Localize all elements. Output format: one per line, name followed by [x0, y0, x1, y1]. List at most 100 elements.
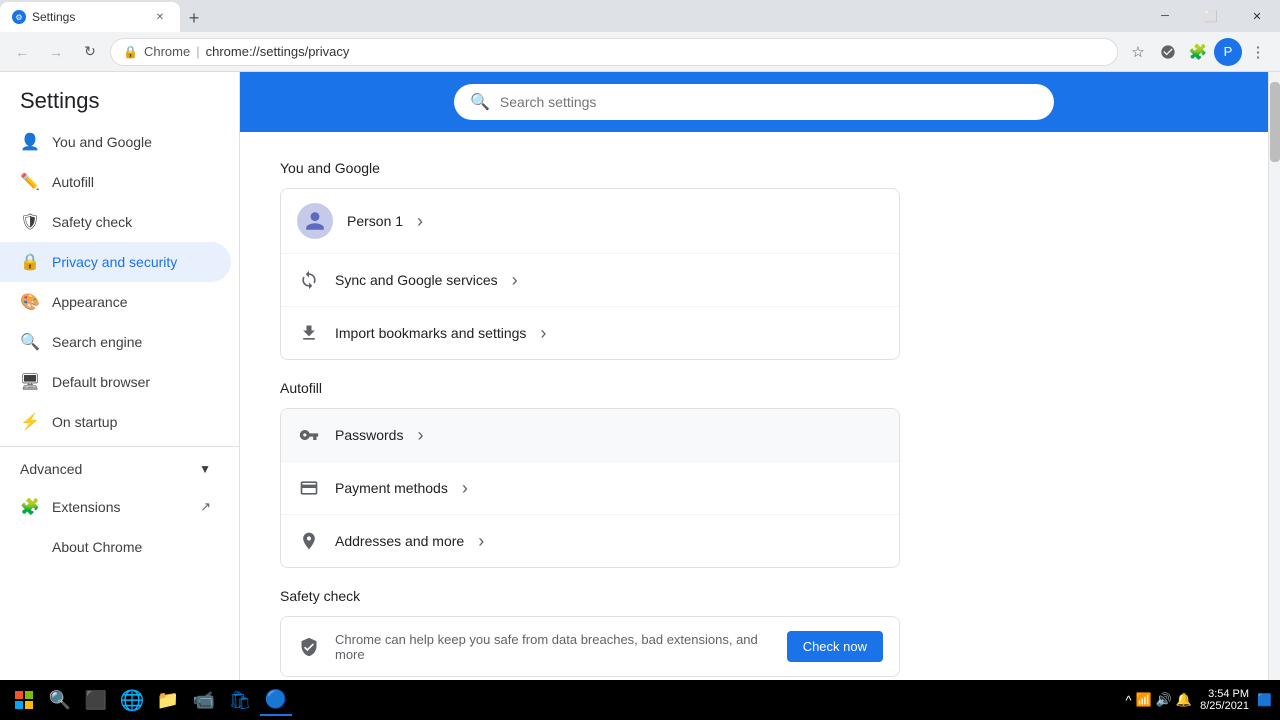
row-sync[interactable]: Sync and Google services ›: [281, 254, 899, 307]
window-controls: ─ ⬜ ✕: [1142, 0, 1280, 32]
address-origin: Chrome: [144, 44, 190, 59]
sidebar-item-about[interactable]: About Chrome: [0, 527, 231, 567]
sidebar-item-extensions[interactable]: 🧩 Extensions ↗: [0, 487, 231, 527]
sidebar-item-appearance[interactable]: 🎨 Appearance: [0, 282, 231, 322]
battery-icon[interactable]: 🔔: [1176, 692, 1192, 708]
sidebar-label-search-engine: Search engine: [52, 334, 142, 350]
search-engine-icon: 🔍: [20, 332, 40, 352]
scrollbar-track[interactable]: [1268, 72, 1280, 680]
content-area: 🔍 You and Google Person 1 ›: [240, 72, 1268, 680]
appearance-icon: 🎨: [20, 292, 40, 312]
import-icon: [297, 321, 321, 345]
search-input[interactable]: [500, 94, 1038, 110]
taskbar: 🔍 ⬛ 🌐 📁 📹 🛍 🔵 ^ 📶 🔊 🔔 3:54 PM 8/25/2021 …: [0, 680, 1280, 720]
clock-date: 8/25/2021: [1200, 700, 1249, 712]
search-icon: 🔍: [470, 92, 490, 112]
taskbar-chrome-active[interactable]: 🔵: [260, 684, 292, 716]
active-tab[interactable]: ⚙ Settings ✕: [0, 2, 180, 32]
search-bar-section: 🔍: [240, 72, 1268, 132]
import-label: Import bookmarks and settings: [335, 325, 526, 341]
row-addresses[interactable]: Addresses and more ›: [281, 515, 899, 567]
menu-button[interactable]: ⋮: [1244, 38, 1272, 66]
payment-arrow-icon: ›: [462, 478, 468, 499]
sidebar-item-safety-check[interactable]: 🛡 Safety check: [0, 202, 231, 242]
sidebar-label-appearance: Appearance: [52, 294, 128, 310]
section-title-autofill: Autofill: [280, 380, 900, 396]
taskbar-meet[interactable]: 📹: [188, 684, 220, 716]
taskbar-explorer[interactable]: 📁: [152, 684, 184, 716]
new-tab-button[interactable]: +: [180, 4, 208, 32]
person1-label: Person 1: [347, 213, 403, 229]
location-icon: [297, 529, 321, 553]
sidebar-label-default-browser: Default browser: [52, 374, 150, 390]
close-button[interactable]: ✕: [1234, 0, 1280, 32]
payment-label: Payment methods: [335, 480, 448, 496]
taskbar-task-view[interactable]: ⬛: [80, 684, 112, 716]
settings-content: You and Google Person 1 › Sync and Googl…: [240, 132, 940, 680]
taskbar-clock[interactable]: 3:54 PM 8/25/2021: [1200, 688, 1249, 712]
minimize-button[interactable]: ─: [1142, 0, 1188, 32]
autofill-card: Passwords › Payment methods › Addresses …: [280, 408, 900, 568]
main-layout: Settings 👤 You and Google ✏️ Autofill 🛡 …: [0, 72, 1280, 680]
addresses-arrow-icon: ›: [478, 531, 484, 552]
start-button[interactable]: [8, 684, 40, 716]
maximize-button[interactable]: ⬜: [1188, 0, 1234, 32]
back-button[interactable]: ←: [8, 38, 36, 66]
reload-button[interactable]: ↻: [76, 38, 104, 66]
network-icon[interactable]: 📶: [1136, 692, 1152, 708]
sidebar-item-advanced[interactable]: Advanced ▼: [0, 451, 231, 487]
lock-icon: 🔒: [123, 45, 138, 59]
volume-icon[interactable]: 🔊: [1156, 692, 1172, 708]
row-payment[interactable]: Payment methods ›: [281, 462, 899, 515]
forward-button[interactable]: →: [42, 38, 70, 66]
privacy-icon: 🔒: [20, 252, 40, 272]
profile-extension-icon[interactable]: [1154, 38, 1182, 66]
taskbar-search[interactable]: 🔍: [44, 684, 76, 716]
addresses-label: Addresses and more: [335, 533, 464, 549]
sidebar-item-search-engine[interactable]: 🔍 Search engine: [0, 322, 231, 362]
system-tray-icons: ^ 📶 🔊 🔔: [1125, 692, 1192, 708]
tab-favicon: ⚙: [12, 10, 26, 24]
row-person1[interactable]: Person 1 ›: [281, 189, 899, 254]
passwords-arrow-icon: ›: [417, 425, 423, 446]
about-icon: [20, 537, 40, 557]
passwords-label: Passwords: [335, 427, 403, 443]
sidebar-item-you-and-google[interactable]: 👤 You and Google: [0, 122, 231, 162]
person-icon: 👤: [20, 132, 40, 152]
row-import[interactable]: Import bookmarks and settings ›: [281, 307, 899, 359]
section-title-you-and-google: You and Google: [280, 160, 900, 176]
tab-close-button[interactable]: ✕: [152, 9, 168, 25]
scrollbar-thumb[interactable]: [1270, 82, 1280, 162]
taskbar-right: ^ 📶 🔊 🔔 3:54 PM 8/25/2021 🟦: [1125, 688, 1272, 712]
sidebar-item-default-browser[interactable]: 🖥 Default browser: [0, 362, 231, 402]
section-title-safety-check: Safety check: [280, 588, 900, 604]
sidebar-item-privacy[interactable]: 🔒 Privacy and security: [0, 242, 231, 282]
payment-icon: [297, 476, 321, 500]
toolbar-icons: ☆ 🧩 P ⋮: [1124, 38, 1272, 66]
sidebar-item-autofill[interactable]: ✏️ Autofill: [0, 162, 231, 202]
tray-expand-icon[interactable]: ^: [1125, 693, 1131, 708]
sidebar-label-privacy: Privacy and security: [52, 254, 177, 270]
startup-icon: ⚡: [20, 412, 40, 432]
sidebar-item-on-startup[interactable]: ⚡ On startup: [0, 402, 231, 442]
advanced-left: Advanced: [20, 461, 82, 477]
safety-check-row: Chrome can help keep you safe from data …: [281, 617, 899, 676]
sync-icon: [297, 268, 321, 292]
search-input-wrap[interactable]: 🔍: [454, 84, 1054, 120]
clock-time: 3:54 PM: [1200, 688, 1249, 700]
sidebar-divider: [0, 446, 239, 447]
bookmark-button[interactable]: ☆: [1124, 38, 1152, 66]
sidebar-label-advanced: Advanced: [20, 461, 82, 477]
sidebar-header: Settings: [0, 72, 239, 122]
notification-icon[interactable]: 🟦: [1257, 693, 1272, 707]
external-link-icon: ↗: [200, 499, 211, 515]
taskbar-store[interactable]: 🛍: [224, 684, 256, 716]
address-bar[interactable]: 🔒 Chrome | chrome://settings/privacy: [110, 38, 1118, 66]
profile-button[interactable]: P: [1214, 38, 1242, 66]
sidebar-label-extensions: Extensions: [52, 499, 120, 515]
taskbar-edge[interactable]: 🌐: [116, 684, 148, 716]
row-passwords[interactable]: Passwords ›: [281, 409, 899, 462]
check-now-button[interactable]: Check now: [787, 631, 883, 662]
import-arrow-icon: ›: [540, 323, 546, 344]
extensions-button[interactable]: 🧩: [1184, 38, 1212, 66]
